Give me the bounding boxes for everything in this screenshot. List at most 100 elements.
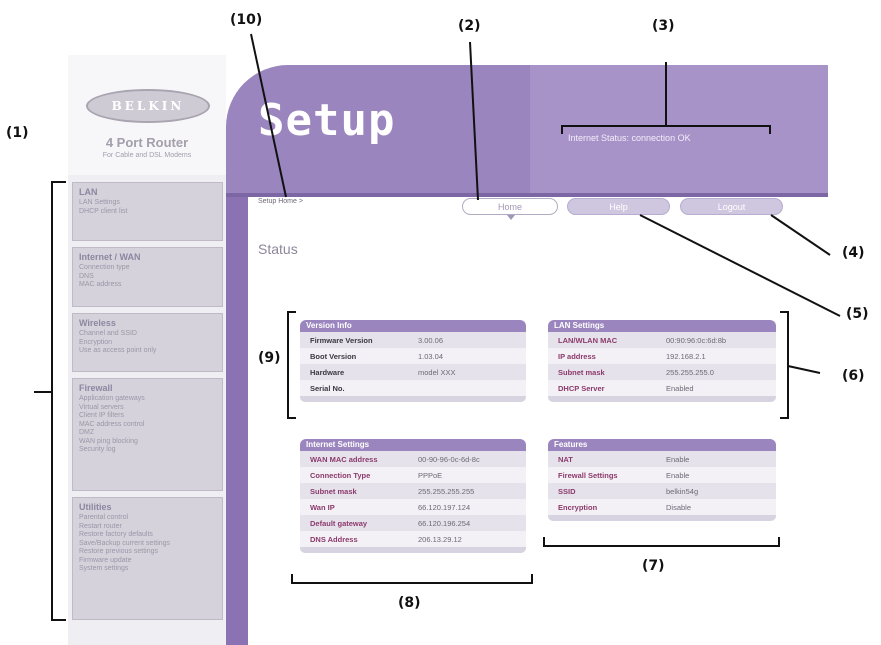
- panel-row-value: 3.00.06: [418, 335, 444, 345]
- panel-row: WAN MAC address 00-90-96-0c-6d-8c: [300, 451, 526, 467]
- sidebar-item[interactable]: DHCP client list: [79, 208, 216, 217]
- panel-row: Default gateway 66.120.196.254: [300, 515, 526, 531]
- sidebar-item[interactable]: Restore previous settings: [79, 548, 216, 557]
- help-button[interactable]: Help: [567, 198, 670, 215]
- panel-footer: [300, 396, 526, 402]
- sidebar-item[interactable]: DMZ: [79, 429, 216, 438]
- panel-row-value: Disable: [666, 502, 692, 512]
- panel-row-label: IP address: [558, 351, 596, 361]
- panel-title: Internet Settings: [300, 439, 526, 451]
- product-subtitle: For Cable and DSL Modems: [102, 152, 192, 159]
- belkin-logo: BELKIN: [86, 89, 210, 123]
- sidebar-item[interactable]: Restore factory defaults: [79, 531, 216, 540]
- header-strip: [226, 193, 828, 197]
- panel-row-label: DNS Address: [310, 534, 358, 544]
- panel-row-value: 00-90-96-0c-6d-8c: [418, 454, 480, 464]
- panel-row-label: DHCP Server: [558, 383, 605, 393]
- sidebar-item[interactable]: WAN ping blocking: [79, 438, 216, 447]
- panel-row-value: 192.168.2.1: [666, 351, 706, 361]
- sidebar-item[interactable]: DNS: [79, 273, 216, 282]
- panel-row-value: 255.255.255.0: [666, 367, 714, 377]
- callout-1: (1): [6, 125, 29, 141]
- sidebar-item[interactable]: Save/Backup current settings: [79, 540, 216, 549]
- panel-row: NAT Enable: [548, 451, 776, 467]
- lan-settings-panel: LAN Settings LAN/WLAN MAC 00:90:96:0c:6d:8…: [548, 320, 776, 402]
- panel-row: Encryption Disable: [548, 499, 776, 515]
- sidebar-item[interactable]: Security log: [79, 446, 216, 455]
- panel-row: Subnet mask 255.255.255.255: [300, 483, 526, 499]
- panel-row: Boot Version 1.03.04: [300, 348, 526, 364]
- callout-10: (10): [230, 12, 263, 28]
- panel-row-label: Subnet mask: [558, 367, 605, 377]
- sidebar-item[interactable]: System settings: [79, 565, 216, 574]
- panel-rows: Firmware Version 3.00.06 Boot Version 1.03.…: [300, 332, 526, 396]
- callout-7: (7): [642, 558, 665, 574]
- logout-button[interactable]: Logout: [680, 198, 783, 215]
- panel-rows: WAN MAC address 00-90-96-0c-6d-8c Connecti…: [300, 451, 526, 547]
- panel-row-value: 206.13.29.12: [418, 534, 462, 544]
- sidebar-item[interactable]: Restart router: [79, 523, 216, 532]
- panel-row: Wan IP 66.120.197.124: [300, 499, 526, 515]
- sidebar-item[interactable]: Virtual servers: [79, 404, 216, 413]
- panel-title: LAN Settings: [548, 320, 776, 332]
- panel-row-label: Firmware Version: [310, 335, 373, 345]
- panel-footer: [548, 515, 776, 521]
- panel-row-value: model XXX: [418, 367, 456, 377]
- panel-row: DNS Address 206.13.29.12: [300, 531, 526, 547]
- panel-row-value: 1.03.04: [418, 351, 444, 361]
- panel-row: Subnet mask 255.255.255.0: [548, 364, 776, 380]
- panel-row-label: Firewall Settings: [558, 470, 618, 480]
- panel-row-label: Encryption: [558, 502, 598, 512]
- sidebar-item[interactable]: Encryption: [79, 339, 216, 348]
- panel-rows: LAN/WLAN MAC 00:90:96:0c:6d:8b IP address 1…: [548, 332, 776, 396]
- panel-row-value: 66.120.197.124: [418, 502, 471, 512]
- sidebar-section-1: LAN LAN Settings DHCP client list: [72, 182, 223, 241]
- sidebar-item[interactable]: Use as access point only: [79, 347, 216, 356]
- sidebar-item[interactable]: MAC address control: [79, 421, 216, 430]
- sidebar-section-title[interactable]: Internet / WAN: [79, 252, 216, 262]
- panel-row-label: Default gateway: [310, 518, 368, 528]
- panel-row-value: 00:90:96:0c:6d:8b: [666, 335, 727, 345]
- sidebar-item[interactable]: Firmware update: [79, 557, 216, 566]
- panel-row-label: Boot Version: [310, 351, 357, 361]
- sidebar-section-3: Wireless Channel and SSID Encryption Use as…: [72, 313, 223, 372]
- sidebar-item[interactable]: LAN Settings: [79, 199, 216, 208]
- panel-row-value: belkin54g: [666, 486, 699, 496]
- callout-2: (2): [458, 18, 481, 34]
- panel-row-value: PPPoE: [418, 470, 443, 480]
- panel-row-label: NAT: [558, 454, 573, 464]
- sidebar-section-title[interactable]: LAN: [79, 187, 216, 197]
- sidebar-section-title[interactable]: Utilities: [79, 502, 216, 512]
- sidebar-item[interactable]: Parental control: [79, 514, 216, 523]
- panel-row-value: 255.255.255.255: [418, 486, 475, 496]
- panel-row-value: Enabled: [666, 383, 694, 393]
- panel-row-value: 66.120.196.254: [418, 518, 471, 528]
- panel-row-label: Connection Type: [310, 470, 371, 480]
- panel-row: IP address 192.168.2.1: [548, 348, 776, 364]
- sidebar-section-title[interactable]: Wireless: [79, 318, 216, 328]
- sidebar-item[interactable]: MAC address: [79, 281, 216, 290]
- panel-footer: [548, 396, 776, 402]
- sidebar-item[interactable]: Connection type: [79, 264, 216, 273]
- panel-row-label: WAN MAC address: [310, 454, 378, 464]
- setup-home-breadcrumb[interactable]: Setup Home >: [258, 198, 303, 205]
- panel-row-value: Enable: [666, 454, 690, 464]
- home-chevron-icon: [507, 215, 515, 220]
- home-button[interactable]: Home: [462, 198, 558, 215]
- sidebar-section-5: Utilities Parental control Restart router R…: [72, 497, 223, 620]
- panel-row-label: Serial No.: [310, 383, 345, 393]
- panel-row-label: LAN/WLAN MAC: [558, 335, 618, 345]
- version-info-panel: Version Info Firmware Version 3.00.06 Boot …: [300, 320, 526, 402]
- panel-row-value: Enable: [666, 470, 690, 480]
- panel-row: Connection Type PPPoE: [300, 467, 526, 483]
- page-heading-setup: Setup: [258, 95, 396, 146]
- header-left-stem: [226, 180, 248, 645]
- sidebar-item[interactable]: Client IP filters: [79, 412, 216, 421]
- panel-title: Features: [548, 439, 776, 451]
- sidebar-item[interactable]: Application gateways: [79, 395, 216, 404]
- sidebar-section-title[interactable]: Firewall: [79, 383, 216, 393]
- callout-9: (9): [258, 350, 281, 366]
- sidebar-item[interactable]: Channel and SSID: [79, 330, 216, 339]
- internet-status: Internet Status: connection OK: [568, 133, 691, 143]
- panel-row-label: Subnet mask: [310, 486, 357, 496]
